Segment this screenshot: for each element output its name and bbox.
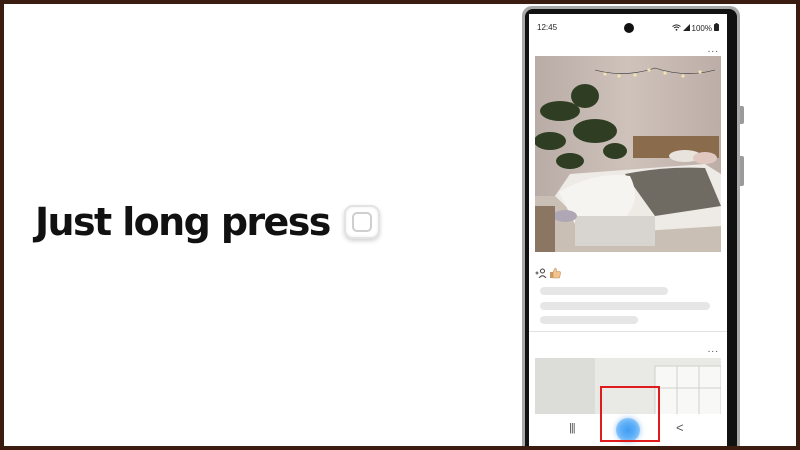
wifi-icon bbox=[671, 23, 681, 33]
power-button bbox=[740, 156, 744, 186]
home-key-icon bbox=[343, 205, 380, 239]
status-bar: 12:45 100% bbox=[529, 14, 727, 36]
text-placeholder bbox=[540, 302, 710, 310]
phone: 12:45 100% ... ... ||| < bbox=[522, 6, 744, 446]
front-camera bbox=[624, 23, 634, 33]
phone-screen: 12:45 100% ... ... ||| < bbox=[529, 14, 727, 446]
volume-button bbox=[740, 106, 744, 124]
post-menu-icon[interactable]: ... bbox=[708, 344, 719, 355]
battery-text: 100% bbox=[691, 23, 712, 33]
highlight-box bbox=[600, 386, 660, 442]
recent-apps-button[interactable]: ||| bbox=[569, 422, 576, 434]
instruction: Just long press bbox=[35, 200, 380, 244]
signal-icon bbox=[682, 23, 690, 33]
add-friend-icon[interactable] bbox=[535, 268, 547, 281]
bedroom-photo bbox=[535, 56, 721, 252]
instruction-text: Just long press bbox=[35, 200, 331, 244]
battery-icon bbox=[714, 23, 719, 33]
post-divider bbox=[529, 331, 727, 332]
status-icons: 100% bbox=[671, 23, 719, 33]
reaction-row bbox=[535, 267, 561, 282]
back-button[interactable]: < bbox=[676, 420, 684, 435]
status-time: 12:45 bbox=[537, 23, 558, 32]
text-placeholder bbox=[540, 287, 668, 295]
thumbs-up-icon[interactable] bbox=[549, 267, 561, 282]
post-menu-icon[interactable]: ... bbox=[708, 44, 719, 55]
text-placeholder bbox=[540, 316, 638, 324]
